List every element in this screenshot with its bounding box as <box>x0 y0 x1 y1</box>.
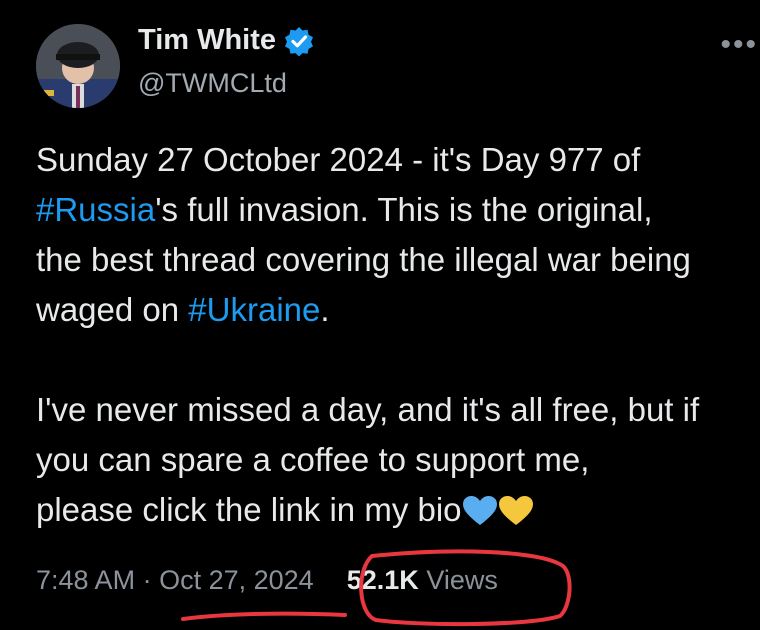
hashtag-russia[interactable]: #Russia <box>36 191 155 228</box>
date-underline <box>181 611 347 621</box>
tweet-line: you can spare a coffee to support me, <box>36 441 590 478</box>
hashtag-ukraine[interactable]: #Ukraine <box>188 291 320 328</box>
tweet-line: waged on <box>36 291 189 328</box>
post-time[interactable]: 7:48 AM <box>36 565 135 595</box>
verified-badge-icon <box>284 26 314 56</box>
tweet-meta: 7:48 AM · Oct 27, 2024 52.1K Views <box>36 565 498 596</box>
tweet-line: I've never missed a day, and it's all fr… <box>36 391 700 428</box>
tweet-text: Sunday 27 October 2024 - it's Day 977 of… <box>36 135 756 541</box>
user-handle[interactable]: @TWMCLtd <box>138 68 287 99</box>
meta-separator: · <box>142 565 152 595</box>
display-name[interactable]: Tim White <box>138 24 276 57</box>
tweet-line: Sunday 27 October 2024 - it's Day 977 of <box>36 141 641 178</box>
post-date[interactable]: Oct 27, 2024 <box>159 565 314 595</box>
avatar[interactable] <box>36 24 120 108</box>
tweet-line: the best thread covering the illegal war… <box>36 241 691 278</box>
tweet-header: Tim White @TWMCLtd ••• <box>36 18 756 108</box>
tweet-line: 's full invasion. This is the original, <box>155 191 653 228</box>
tweet-line: . <box>320 291 330 328</box>
blue-heart-icon <box>462 491 498 541</box>
views-label: Views <box>426 565 498 595</box>
more-options-icon[interactable]: ••• <box>720 28 758 62</box>
tweet-line: please click the link in my bio <box>36 491 462 528</box>
yellow-heart-icon <box>498 491 534 541</box>
views-count: 52.1K <box>346 565 419 595</box>
